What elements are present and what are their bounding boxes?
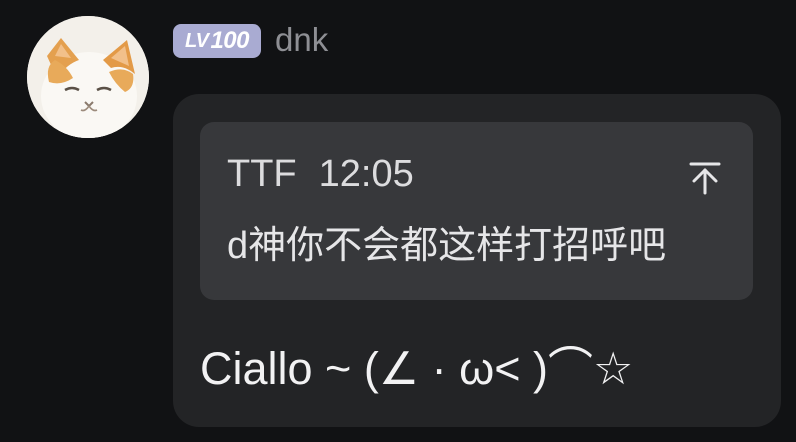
- level-badge-prefix: LV: [185, 29, 209, 52]
- message-bubble[interactable]: TTF 12:05 d神你不会都这样打招呼吧 Ciallo ~ (∠ · ω< )…: [173, 94, 781, 427]
- level-badge-value: 100: [210, 27, 249, 54]
- username[interactable]: dnk: [275, 23, 328, 56]
- message-text: Ciallo ~ (∠ · ω< )⌒☆: [200, 343, 634, 394]
- reply-meta: TTF 12:05: [227, 152, 414, 196]
- level-badge: LV 100: [173, 24, 261, 58]
- user-avatar[interactable]: [27, 16, 149, 138]
- arrow-up-to-top-icon[interactable]: [687, 160, 723, 196]
- message-header: LV 100 dnk: [173, 22, 328, 60]
- reply-time: 12:05: [318, 153, 414, 195]
- reply-quote[interactable]: TTF 12:05 d神你不会都这样打招呼吧: [200, 122, 753, 300]
- cat-avatar-icon: [27, 16, 149, 138]
- reply-text: d神你不会都这样打招呼吧: [227, 225, 667, 267]
- chat-message: LV 100 dnk TTF 12:05 d神你不会都这样打招呼吧 Ciallo ~…: [0, 0, 796, 442]
- reply-author: TTF: [227, 153, 297, 195]
